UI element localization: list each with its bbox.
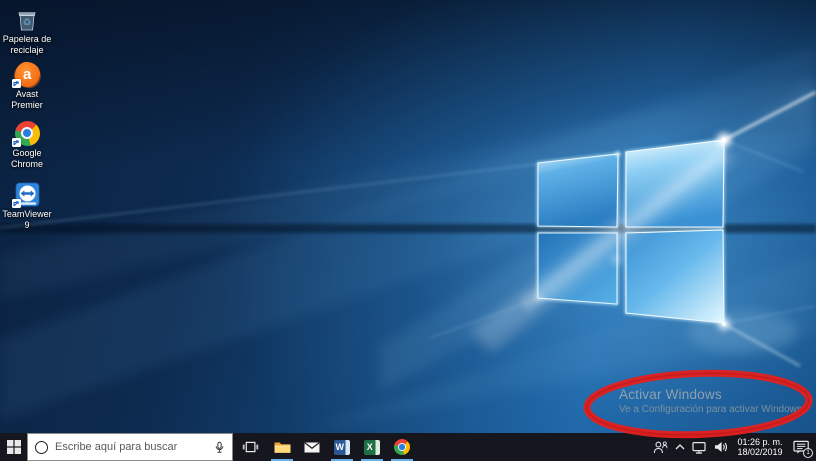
desktop-icon-recycle-bin[interactable]: ♻ Papelera de reciclaje (1, 6, 53, 55)
taskbar-app-mail[interactable] (297, 433, 327, 461)
windows-desktop: ♻ Papelera de reciclaje a Avast Premier … (0, 0, 816, 461)
ethernet-network-icon (692, 441, 706, 454)
desktop-icon-avast[interactable]: a Avast Premier (1, 60, 53, 110)
volume-button[interactable] (711, 433, 731, 461)
start-button[interactable] (0, 433, 27, 461)
microphone-icon[interactable] (213, 441, 226, 454)
cortana-icon (35, 440, 48, 454)
desktop-icon-chrome[interactable]: Google Chrome (1, 120, 53, 169)
notification-badge: 1 (803, 448, 813, 458)
speaker-icon (715, 442, 727, 452)
network-button[interactable] (689, 433, 710, 461)
people-button[interactable] (650, 433, 671, 461)
watermark-subtitle: Ve a Configuración para activar Windows. (619, 404, 805, 415)
system-tray: 01:26 p. m. 18/02/2019 1 (650, 433, 816, 461)
taskbar-app-excel[interactable]: X (357, 433, 387, 461)
activate-windows-watermark: Activar Windows Ve a Configuración para … (619, 387, 805, 415)
chevron-up-icon (675, 444, 685, 450)
shortcut-arrow-icon (12, 199, 21, 208)
shortcut-arrow-icon (12, 138, 21, 147)
recycle-glyph: ♻ (23, 18, 32, 29)
teamviewer-icon (12, 181, 40, 208)
desktop-icon-label: Papelera de reciclaje (2, 34, 52, 55)
avast-icon: a (12, 60, 41, 88)
search-input[interactable] (55, 441, 206, 453)
recycle-bin-icon: ♻ (14, 6, 40, 32)
word-icon: W (334, 439, 350, 455)
taskbar-app-chrome[interactable] (387, 433, 417, 461)
clock-date: 18/02/2019 (737, 447, 783, 457)
shortcut-arrow-icon (12, 79, 21, 88)
tray-overflow-button[interactable] (672, 433, 688, 461)
clock-time: 01:26 p. m. (737, 437, 783, 447)
word-letter: W (335, 442, 345, 452)
chrome-taskbar-icon (394, 439, 410, 455)
people-icon (653, 441, 668, 454)
desktop-icon-label: TeamViewer 9 (2, 209, 52, 230)
file-explorer-icon (274, 442, 290, 453)
action-center-button[interactable]: 1 (789, 433, 813, 461)
desktop-icon-teamviewer[interactable]: TeamViewer 9 (1, 181, 53, 230)
task-view-button[interactable] (233, 433, 267, 461)
taskbar-clock[interactable]: 01:26 p. m. 18/02/2019 (732, 433, 788, 461)
avast-letter: a (22, 65, 32, 83)
taskbar-search-box[interactable] (27, 433, 233, 461)
taskbar: W X (0, 433, 816, 461)
desktop-icon-label: Google Chrome (10, 148, 43, 169)
desktop-icon-label: Avast Premier (11, 89, 43, 110)
taskbar-app-file-explorer[interactable] (267, 433, 297, 461)
wallpaper-hero-art (0, 45, 816, 433)
watermark-title: Activar Windows (619, 387, 722, 402)
task-view-icon (242, 441, 258, 453)
chrome-icon (12, 120, 40, 147)
excel-icon: X (364, 439, 380, 455)
mail-icon (304, 441, 320, 452)
taskbar-app-word[interactable]: W (327, 433, 357, 461)
windows-logo-icon (6, 440, 21, 454)
excel-letter: X (366, 442, 373, 452)
desktop-wallpaper (0, 0, 816, 433)
